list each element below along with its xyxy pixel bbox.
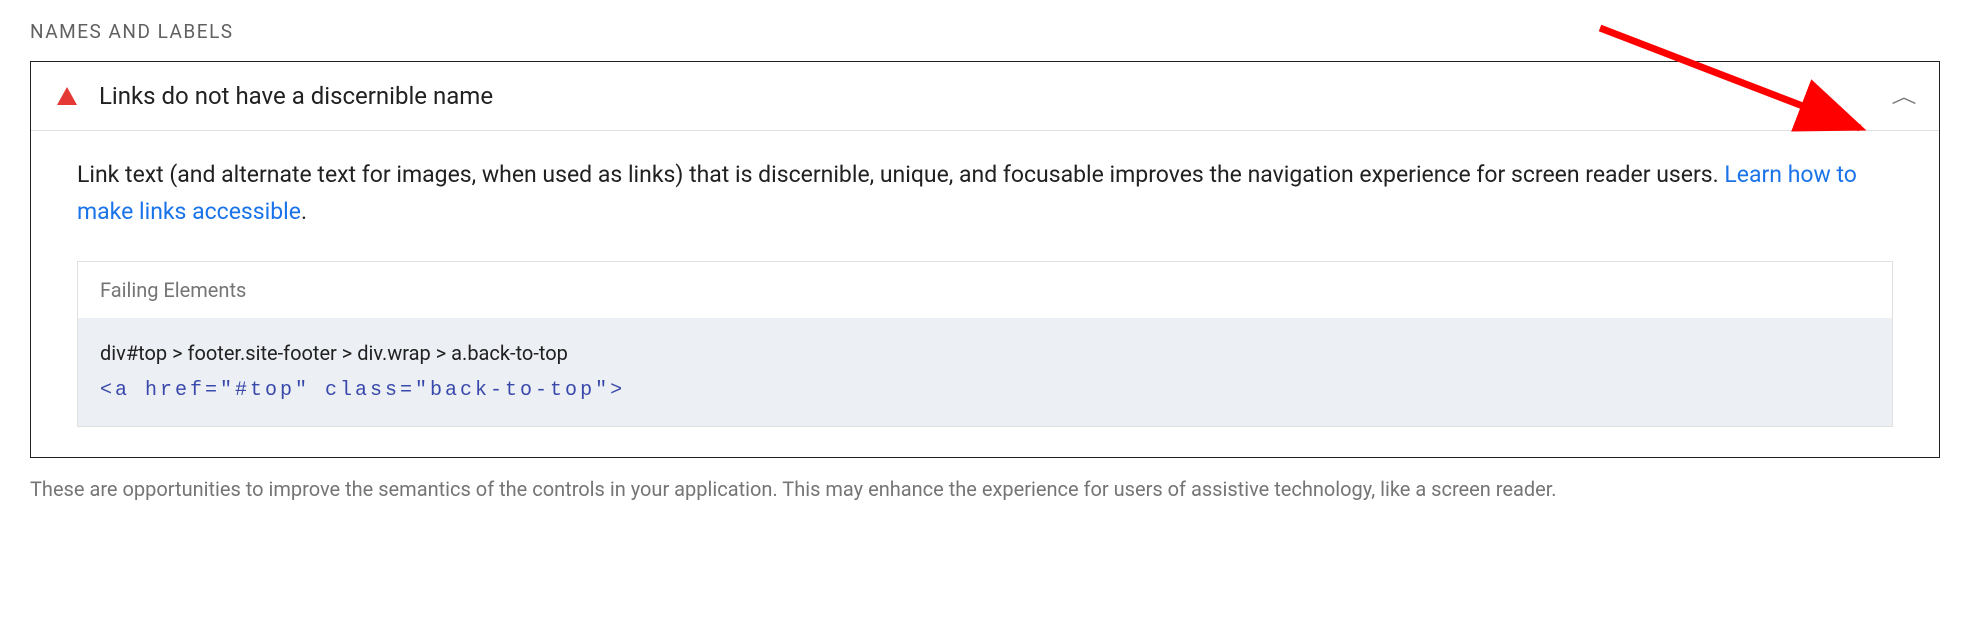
audit-body: Link text (and alternate text for images…	[31, 131, 1939, 457]
section-footer-note: These are opportunities to improve the s…	[30, 474, 1940, 504]
warning-triangle-icon	[57, 87, 77, 105]
audit-description: Link text (and alternate text for images…	[77, 157, 1893, 231]
description-period: .	[301, 198, 307, 225]
section-header: NAMES AND LABELS	[30, 20, 1940, 43]
audit-header-row[interactable]: Links do not have a discernible name ︿	[31, 62, 1939, 131]
audit-title: Links do not have a discernible name	[99, 82, 1895, 110]
chevron-up-icon[interactable]: ︿	[1891, 83, 1916, 109]
failing-elements-content: div#top > footer.site-footer > div.wrap …	[78, 318, 1892, 426]
failing-code-snippet: <a href="#top" class="back-to-top">	[100, 374, 1870, 408]
audit-panel: Links do not have a discernible name ︿ L…	[30, 61, 1940, 458]
failing-selector-path: div#top > footer.site-footer > div.wrap …	[100, 336, 1870, 370]
description-text: Link text (and alternate text for images…	[77, 161, 1724, 188]
failing-elements-header: Failing Elements	[78, 262, 1892, 318]
failing-elements-box: Failing Elements div#top > footer.site-f…	[77, 261, 1893, 427]
